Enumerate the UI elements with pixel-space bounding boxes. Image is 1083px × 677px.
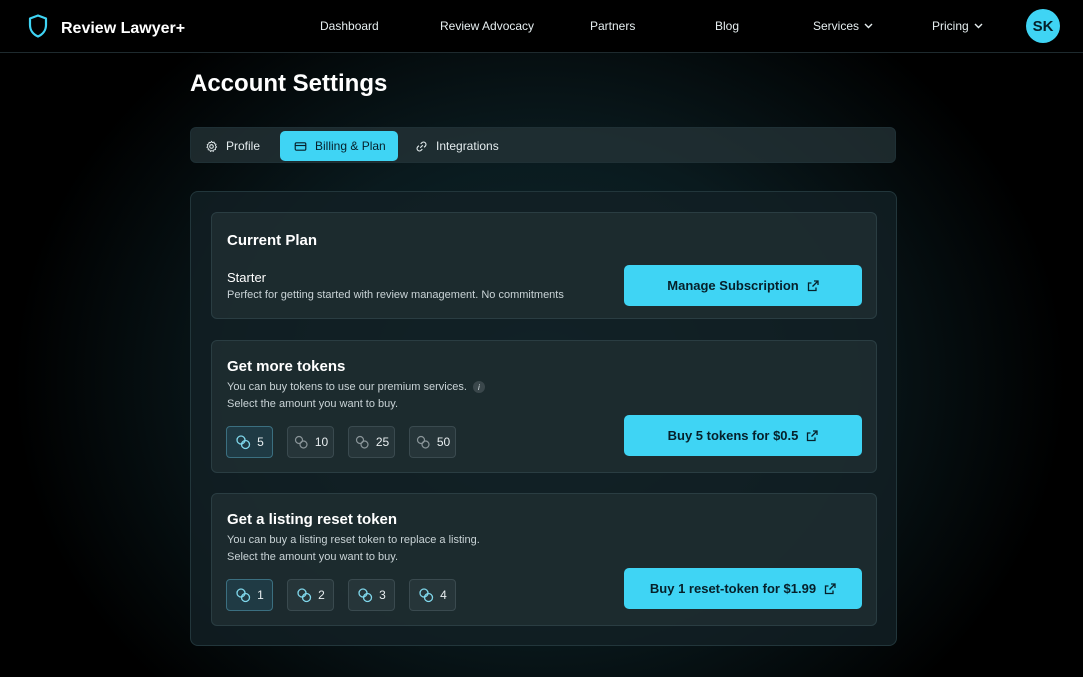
reset-option-label: 3 — [379, 588, 386, 602]
chevron-down-icon — [864, 23, 873, 29]
nav-link-pricing-label: Pricing — [932, 19, 969, 33]
link-icon — [416, 141, 427, 151]
reset-option-label: 4 — [440, 588, 447, 602]
token-option-50[interactable]: 50 — [409, 426, 456, 458]
token-option-label: 25 — [375, 435, 390, 449]
tab-integrations[interactable]: Integrations — [415, 131, 515, 161]
reset-option-label: 2 — [318, 588, 325, 602]
reset-token-card: Get a listing reset token You can buy a … — [211, 493, 877, 626]
tab-integrations-label: Integrations — [436, 139, 499, 153]
coins-icon — [416, 435, 430, 449]
external-link-icon — [807, 279, 819, 291]
reset-option-label: 1 — [257, 588, 264, 602]
tokens-instruction: Select the amount you want to buy. — [227, 398, 399, 410]
nav-link-services-label: Services — [813, 19, 860, 33]
settings-tabs: Profile Billing & Plan Integrations — [190, 127, 896, 163]
coins-icon — [355, 435, 369, 449]
external-link-icon — [824, 582, 836, 594]
nav-link-review-advocacy[interactable]: Review Advocacy — [440, 19, 534, 33]
nav-link-pricing[interactable]: Pricing — [932, 19, 983, 33]
token-option-label: 5 — [257, 435, 264, 449]
reset-token-instruction: Select the amount you want to buy. — [227, 551, 399, 563]
token-option-10[interactable]: 10 — [287, 426, 334, 458]
page-title: Account Settings — [190, 70, 388, 97]
reset-token-heading: Get a listing reset token — [227, 511, 398, 528]
tab-billing-plan[interactable]: Billing & Plan — [280, 131, 398, 161]
token-option-label: 10 — [314, 435, 329, 449]
token-option-5[interactable]: 5 — [226, 426, 273, 458]
plan-name: Starter — [227, 270, 267, 285]
coins-icon — [236, 435, 251, 450]
coins-icon — [358, 588, 373, 603]
coins-icon — [294, 435, 308, 449]
reset-option-1[interactable]: 1 — [226, 579, 273, 611]
info-icon[interactable]: i — [472, 381, 485, 394]
credit-card-icon — [294, 141, 307, 151]
current-plan-card: Current Plan Starter Perfect for getting… — [211, 212, 877, 319]
external-link-icon — [807, 429, 819, 441]
token-option-label: 50 — [436, 435, 451, 449]
reset-option-4[interactable]: 4 — [409, 579, 456, 611]
tokens-description-text: You can buy tokens to use our premium se… — [227, 381, 467, 393]
tab-billing-plan-label: Billing & Plan — [315, 139, 386, 153]
reset-token-description: You can buy a listing reset token to rep… — [227, 534, 480, 546]
tab-profile-label: Profile — [226, 139, 261, 153]
token-option-25[interactable]: 25 — [348, 426, 395, 458]
tokens-heading: Get more tokens — [227, 358, 346, 375]
reset-option-3[interactable]: 3 — [348, 579, 395, 611]
nav-link-services[interactable]: Services — [813, 19, 873, 33]
tab-profile[interactable]: Profile — [205, 131, 285, 161]
chevron-down-icon — [974, 23, 983, 29]
nav-link-blog[interactable]: Blog — [715, 19, 739, 33]
buy-tokens-label: Buy 5 tokens for $0.5 — [667, 428, 799, 443]
nav-link-partners[interactable]: Partners — [590, 19, 635, 33]
avatar[interactable]: SK — [1026, 9, 1060, 43]
gear-icon — [206, 140, 218, 152]
manage-subscription-button[interactable]: Manage Subscription — [624, 265, 862, 306]
buy-reset-token-label: Buy 1 reset-token for $1.99 — [649, 581, 817, 596]
tokens-description: You can buy tokens to use our premium se… — [227, 381, 485, 394]
plan-description: Perfect for getting started with review … — [227, 289, 564, 301]
manage-subscription-label: Manage Subscription — [667, 278, 799, 293]
coins-icon — [419, 588, 434, 603]
current-plan-heading: Current Plan — [227, 232, 318, 249]
billing-panel: Current Plan Starter Perfect for getting… — [190, 191, 897, 646]
reset-option-2[interactable]: 2 — [287, 579, 334, 611]
brand[interactable]: Review Lawyer+ — [28, 14, 185, 43]
tokens-card: Get more tokens You can buy tokens to us… — [211, 340, 877, 473]
buy-reset-token-button[interactable]: Buy 1 reset-token for $1.99 — [624, 568, 862, 609]
nav-link-dashboard[interactable]: Dashboard — [320, 19, 379, 33]
coins-icon — [236, 588, 251, 603]
coins-icon — [297, 588, 312, 603]
buy-tokens-button[interactable]: Buy 5 tokens for $0.5 — [624, 415, 862, 456]
shield-icon — [28, 14, 48, 43]
top-nav: Review Lawyer+ Dashboard Review Advocacy… — [0, 0, 1083, 53]
brand-name: Review Lawyer+ — [61, 19, 186, 37]
